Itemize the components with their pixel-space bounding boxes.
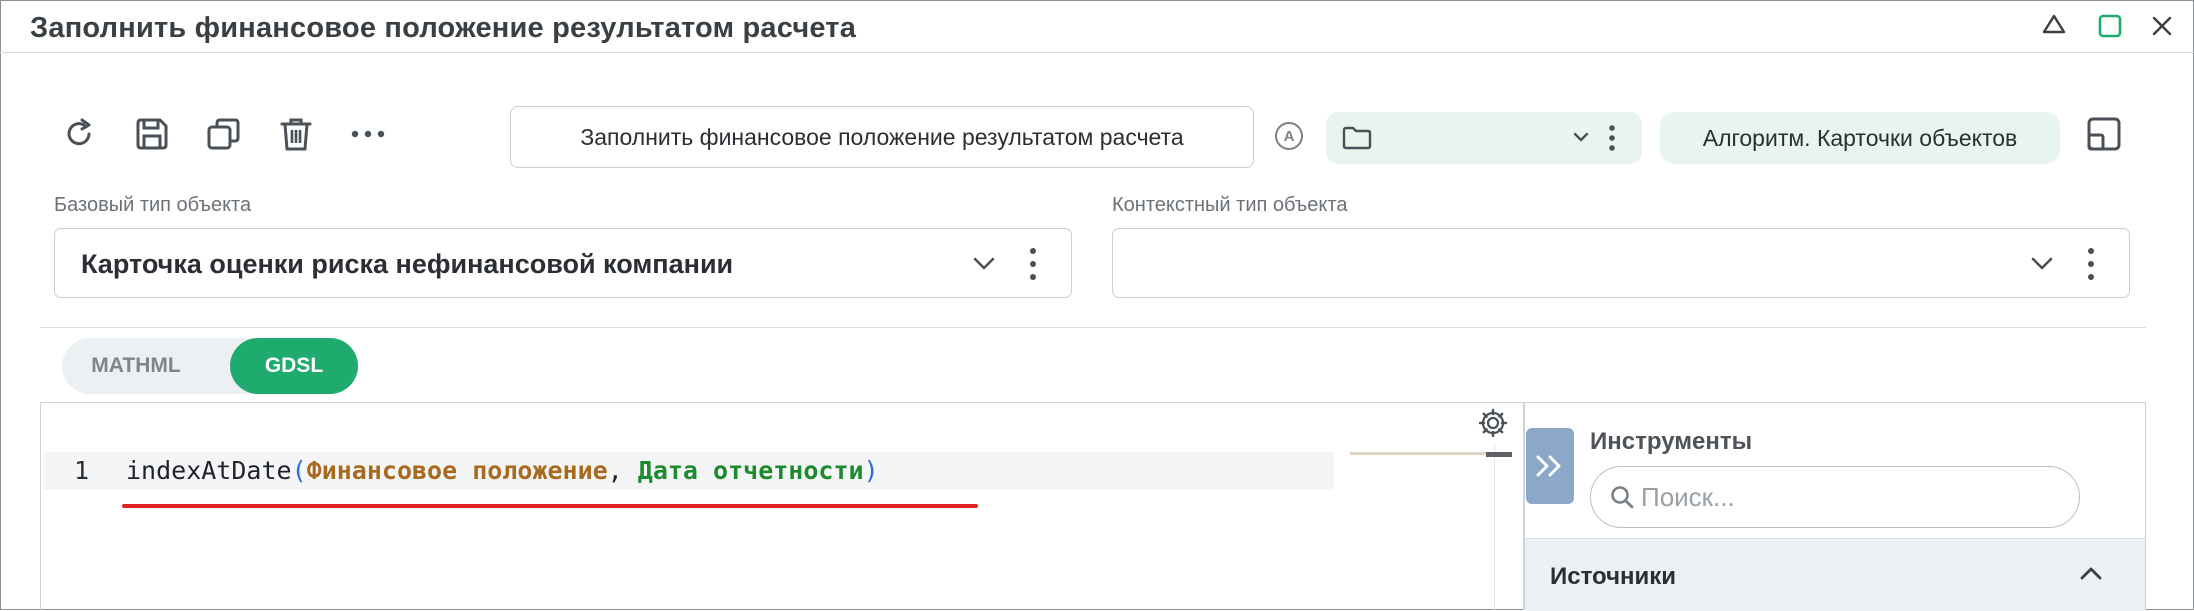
code-paren-close: ) <box>863 456 879 485</box>
chevron-down-icon[interactable] <box>2029 255 2055 278</box>
search-placeholder: Поиск... <box>1641 481 1735 512</box>
tab-mathml[interactable]: MATHML <box>62 338 210 394</box>
auto-badge: A <box>1275 122 1303 150</box>
droplet-icon[interactable] <box>2036 8 2072 44</box>
code-argument-1: Финансовое положение <box>306 456 608 485</box>
section-divider <box>40 327 2146 328</box>
scrollbar-track[interactable] <box>1494 444 1495 610</box>
code-line[interactable]: indexAtDate(Финансовое положение, Дата о… <box>126 456 879 485</box>
language-tabs: MATHML GDSL <box>62 338 358 394</box>
refresh-icon[interactable] <box>58 112 102 156</box>
tab-gdsl[interactable]: GDSL <box>230 338 358 394</box>
folder-icon <box>1342 126 1372 155</box>
chevron-up-icon[interactable] <box>2078 564 2104 587</box>
minimap[interactable] <box>1350 452 1486 455</box>
chevron-down-icon[interactable] <box>1572 130 1590 149</box>
code-function: indexAtDate <box>126 456 292 485</box>
algorithm-name-field[interactable]: Заполнить финансовое положение результат… <box>510 106 1254 168</box>
tools-search-input[interactable]: Поиск... <box>1590 466 2080 528</box>
code-paren-open: ( <box>291 456 307 485</box>
close-icon[interactable] <box>2144 8 2180 44</box>
tools-panel-title: Инструменты <box>1590 428 1753 455</box>
kebab-icon[interactable] <box>1608 124 1616 157</box>
chevron-down-icon[interactable] <box>971 255 997 278</box>
minimap-slider[interactable] <box>1486 452 1512 457</box>
code-argument-2: Дата отчетности <box>637 456 864 485</box>
search-icon <box>1611 486 1634 509</box>
dialog-title: Заполнить финансовое положение результат… <box>30 12 857 44</box>
kebab-icon[interactable] <box>1029 247 1037 286</box>
maximize-icon[interactable] <box>2092 8 2128 44</box>
context-type-select[interactable] <box>1112 228 2130 298</box>
collapse-panel-button[interactable] <box>1526 428 1574 504</box>
algorithm-category-chip[interactable]: Алгоритм. Карточки объектов <box>1660 112 2060 164</box>
folder-select[interactable] <box>1326 112 1642 164</box>
delete-icon[interactable] <box>274 112 318 156</box>
line-number: 1 <box>74 456 90 485</box>
base-type-label: Базовый тип объекта <box>54 194 252 216</box>
save-icon[interactable] <box>130 112 174 156</box>
context-type-label: Контекстный тип объекта <box>1112 194 1348 216</box>
kebab-icon[interactable] <box>2087 247 2095 286</box>
double-chevron-right-icon <box>1536 455 1561 477</box>
base-type-value: Карточка оценки риска нефинансовой компа… <box>81 249 734 279</box>
title-divider <box>0 52 2194 53</box>
code-separator: , <box>607 456 638 485</box>
expand-window-icon[interactable] <box>2082 112 2126 156</box>
sources-section-title: Источники <box>1550 563 1677 590</box>
gear-icon[interactable] <box>1478 408 1508 443</box>
more-icon[interactable] <box>346 112 390 156</box>
copy-icon[interactable] <box>202 112 246 156</box>
error-underline <box>122 504 978 508</box>
base-type-select[interactable]: Карточка оценки риска нефинансовой компа… <box>54 228 1072 298</box>
